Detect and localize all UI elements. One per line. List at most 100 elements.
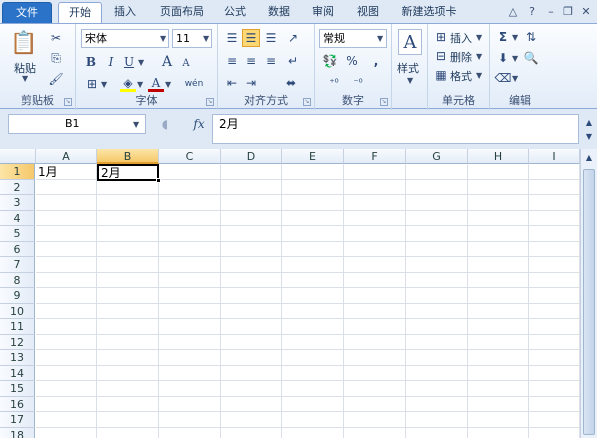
row-header-5[interactable]: 5 <box>0 226 35 242</box>
row-header-12[interactable]: 12 <box>0 334 35 350</box>
row-header-7[interactable]: 7 <box>0 257 35 273</box>
column-header-b[interactable]: B <box>97 149 159 164</box>
formula-scroll-down-icon[interactable]: ▼ <box>583 130 595 142</box>
paste-icon[interactable]: 📋 <box>10 28 37 58</box>
text-orientation-icon[interactable]: ↗ <box>284 30 302 46</box>
autosum-button[interactable]: Σ <box>496 29 510 45</box>
paste-dropdown-icon[interactable]: ▼ <box>22 74 28 83</box>
format-cells-button[interactable]: 格式 <box>450 68 472 84</box>
italic-button[interactable]: I <box>104 54 118 70</box>
row-header-10[interactable]: 10 <box>0 303 35 319</box>
find-select-icon[interactable]: 🔍 <box>522 50 540 66</box>
column-header-h[interactable]: H <box>468 149 529 164</box>
comma-style-button[interactable]: , <box>369 53 383 69</box>
column-header-i[interactable]: I <box>529 149 580 164</box>
increase-indent-icon[interactable]: ⇥ <box>243 75 259 91</box>
align-bottom-icon[interactable]: ☰ <box>263 30 279 46</box>
copy-icon[interactable]: ⎘ <box>48 50 64 66</box>
tab-review[interactable]: 审阅 <box>308 2 338 24</box>
align-left-icon[interactable]: ≡ <box>224 53 240 69</box>
row-header-11[interactable]: 11 <box>0 319 35 335</box>
vertical-scrollbar[interactable]: ▲ <box>580 149 597 438</box>
close-icon[interactable]: ✕ <box>578 4 594 20</box>
decrease-indent-icon[interactable]: ⇤ <box>224 75 240 91</box>
restore-icon[interactable]: ❐ <box>560 4 576 20</box>
sort-filter-icon[interactable]: ⇅ <box>522 29 540 45</box>
autosum-dropdown-icon[interactable]: ▼ <box>512 33 518 42</box>
cell-a1[interactable]: 1月 <box>36 165 97 180</box>
styles-button-label[interactable]: 样式 <box>397 60 419 76</box>
bold-button[interactable]: B <box>84 54 98 70</box>
increase-decimal-icon[interactable]: ⁺⁰ <box>325 75 343 91</box>
help-icon[interactable]: ? <box>524 4 540 20</box>
insert-dropdown-icon[interactable]: ▼ <box>476 33 482 42</box>
font-color-dropdown-icon[interactable]: ▼ <box>165 80 171 89</box>
cut-icon[interactable]: ✂ <box>48 30 64 46</box>
clear-icon[interactable]: ⌫ <box>495 70 512 86</box>
wrap-text-icon[interactable]: ↵ <box>284 53 302 69</box>
number-launcher-icon[interactable]: ↘ <box>380 98 388 106</box>
number-format-dropdown-icon[interactable]: ▼ <box>377 34 383 43</box>
tab-formulas[interactable]: 公式 <box>220 2 250 24</box>
phonetic-button[interactable]: wén <box>182 76 206 92</box>
row-header-17[interactable]: 17 <box>0 412 35 428</box>
cell-b1[interactable]: 2月 <box>97 164 159 181</box>
scroll-up-icon[interactable]: ▲ <box>583 151 595 163</box>
format-painter-icon[interactable]: 🖌 <box>48 71 64 87</box>
align-top-icon[interactable]: ☰ <box>224 30 240 46</box>
styles-dropdown-icon[interactable]: ▼ <box>407 76 413 85</box>
shrink-font-button[interactable]: A <box>180 56 192 70</box>
clear-dropdown-icon[interactable]: ▼ <box>512 74 518 83</box>
merge-center-icon[interactable]: ⬌ <box>280 75 302 91</box>
font-name-select[interactable]: 宋体 <box>81 29 169 48</box>
font-color-button[interactable]: A <box>148 76 164 92</box>
fill-handle[interactable] <box>156 178 161 183</box>
column-header-c[interactable]: C <box>159 149 221 164</box>
percent-button[interactable]: % <box>345 53 359 69</box>
border-dropdown-icon[interactable]: ▼ <box>101 80 107 89</box>
worksheet-grid[interactable]: ABCDEFGHI 1 2 3 4 5 6 7 8 9 10 11 12 13 14 15 16 17 18 1月… <box>0 149 597 438</box>
decrease-decimal-icon[interactable]: ⁻⁰ <box>349 75 367 91</box>
name-box[interactable]: B1 <box>8 114 146 134</box>
delete-cells-icon[interactable]: ⊟ <box>434 49 448 63</box>
format-cells-icon[interactable]: ▦ <box>434 68 448 82</box>
font-launcher-icon[interactable]: ↘ <box>206 98 214 106</box>
tab-view[interactable]: 视图 <box>353 2 383 24</box>
styles-icon[interactable]: A <box>398 29 422 55</box>
name-box-dropdown-icon[interactable]: ▼ <box>133 120 139 129</box>
row-header-13[interactable]: 13 <box>0 350 35 366</box>
column-header-g[interactable]: G <box>406 149 468 164</box>
row-header-8[interactable]: 8 <box>0 272 35 288</box>
tab-page-layout[interactable]: 页面布局 <box>154 2 210 24</box>
tab-insert[interactable]: 插入 <box>110 2 140 24</box>
insert-cells-icon[interactable]: ⊞ <box>434 30 448 44</box>
insert-cells-button[interactable]: 插入 <box>450 30 472 46</box>
row-header-3[interactable]: 3 <box>0 195 35 211</box>
grow-font-button[interactable]: A <box>160 54 174 70</box>
row-header-15[interactable]: 15 <box>0 381 35 397</box>
formula-scroll-up-icon[interactable]: ▲ <box>583 116 595 128</box>
column-header-f[interactable]: F <box>344 149 406 164</box>
font-name-dropdown-icon[interactable]: ▼ <box>160 34 166 43</box>
align-middle-icon[interactable]: ☰ <box>242 29 260 47</box>
row-header-4[interactable]: 4 <box>0 210 35 226</box>
underline-button[interactable]: U <box>122 54 136 70</box>
formula-input[interactable]: 2月 <box>212 114 579 144</box>
scroll-thumb[interactable] <box>583 169 595 435</box>
fill-color-icon[interactable]: ◈ <box>120 76 136 92</box>
row-header-14[interactable]: 14 <box>0 365 35 381</box>
font-size-dropdown-icon[interactable]: ▼ <box>203 34 209 43</box>
row-header-1[interactable]: 1 <box>0 164 35 180</box>
ribbon-minimize-icon[interactable]: △ <box>505 4 521 20</box>
row-header-18[interactable]: 18 <box>0 427 35 438</box>
delete-cells-button[interactable]: 删除 <box>450 49 472 65</box>
accounting-format-icon[interactable]: 💱 <box>321 53 339 69</box>
align-right-icon[interactable]: ≡ <box>263 53 279 69</box>
tab-new-tab[interactable]: 新建选项卡 <box>396 2 462 24</box>
minimize-icon[interactable]: – <box>543 4 559 20</box>
tab-home[interactable]: 开始 <box>58 2 102 25</box>
column-header-a[interactable]: A <box>36 149 97 164</box>
underline-dropdown-icon[interactable]: ▼ <box>138 58 144 67</box>
column-header-d[interactable]: D <box>221 149 282 164</box>
row-header-16[interactable]: 16 <box>0 396 35 412</box>
